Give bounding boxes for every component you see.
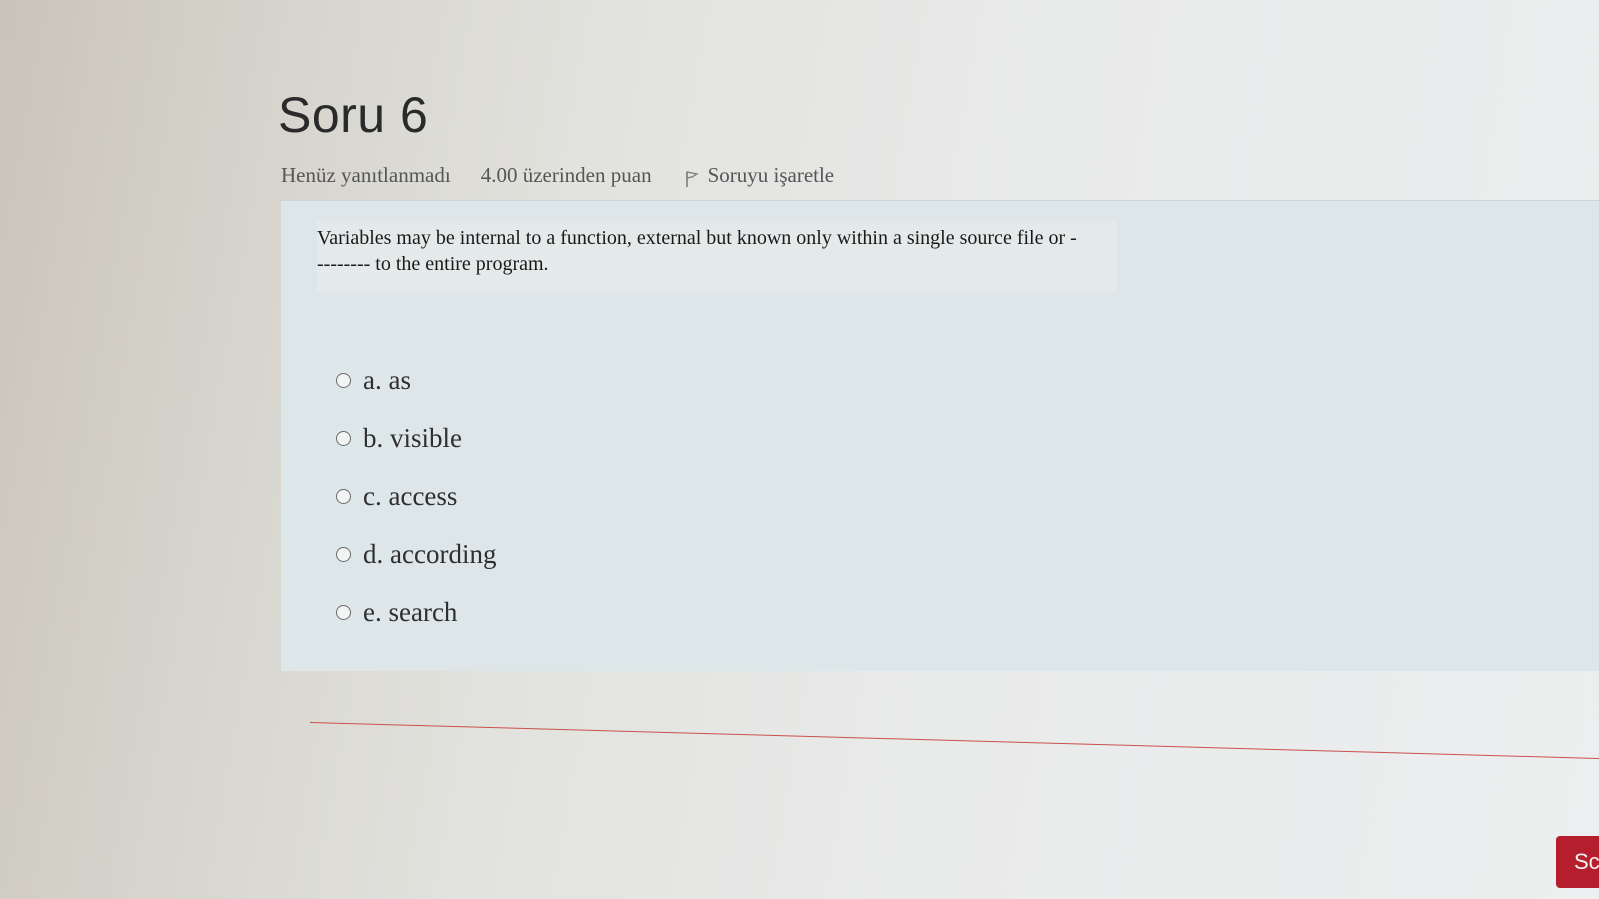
question-state: Henüz yanıtlanmadı [281,163,451,187]
radio-unchecked-icon[interactable] [336,488,351,504]
flag-icon [684,169,700,187]
answer-option-e[interactable]: e. search [336,583,496,641]
answer-option-d[interactable]: d. according [336,525,496,583]
answer-label[interactable]: c. access [363,481,457,512]
answer-option-b[interactable]: b. visible [336,409,496,467]
answer-label[interactable]: d. according [363,539,496,570]
question-formulation: Variables may be internal to a function,… [281,200,1599,671]
flag-question-link[interactable]: Soruyu işaretle [684,163,835,188]
flag-question-label: Soruyu işaretle [707,163,835,187]
radio-unchecked-icon[interactable] [336,604,351,620]
question-text: Variables may be internal to a function,… [317,221,1117,293]
answer-label[interactable]: e. search [363,597,457,628]
question-title: Soru 6 [278,87,429,143]
question-grade: 4.00 üzerinden puan [480,163,652,187]
answer-label[interactable]: b. visible [363,423,462,454]
section-divider [309,722,1599,760]
radio-unchecked-icon[interactable] [336,546,351,562]
answer-list: a. as b. visible c. access d. according … [336,351,496,641]
answer-label[interactable]: a. as [363,365,411,396]
question-info: Henüz yanıtlanmadı 4.00 üzerinden puan S… [281,163,834,188]
question-text-line-1: Variables may be internal to a function,… [317,227,1077,249]
answer-option-a[interactable]: a. as [336,351,496,409]
radio-unchecked-icon[interactable] [336,372,351,388]
question-text-line-2: -------- to the entire program. [317,253,549,275]
radio-unchecked-icon[interactable] [336,430,351,446]
answer-option-c[interactable]: c. access [336,467,496,525]
quiz-page: Soru 6 Henüz yanıtlanmadı 4.00 üzerinden… [0,0,1599,899]
next-page-button[interactable]: Sc [1556,836,1599,888]
